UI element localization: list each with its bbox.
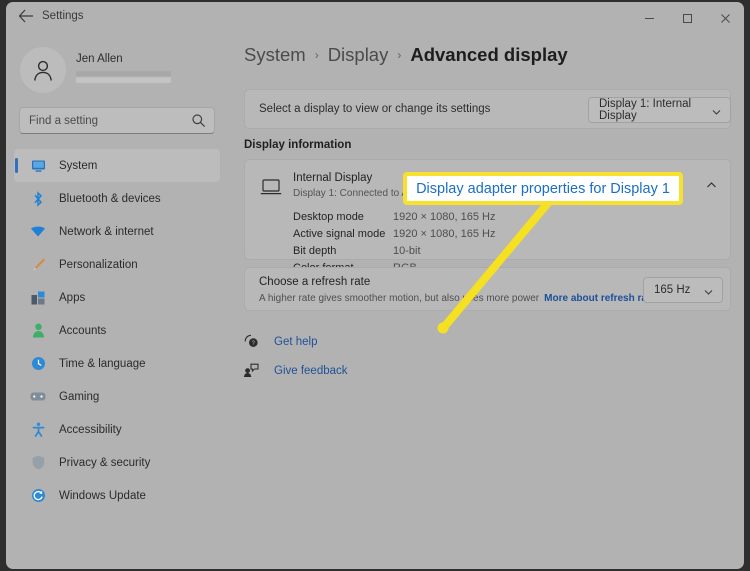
refresh-rate-title: Choose a refresh rate bbox=[259, 276, 371, 288]
annotation-callout: Display adapter properties for Display 1 bbox=[403, 172, 683, 205]
more-about-refresh-rate-link[interactable]: More about refresh rate bbox=[544, 293, 656, 304]
chevron-down-icon bbox=[703, 285, 714, 296]
sidebar-item-label: Network & internet bbox=[59, 225, 154, 238]
sidebar-item-system[interactable]: System bbox=[14, 149, 220, 182]
spec-key: Desktop mode bbox=[293, 210, 364, 223]
get-help-label: Get help bbox=[274, 335, 318, 348]
monitor-icon bbox=[30, 158, 46, 174]
chevron-up-icon[interactable] bbox=[705, 179, 718, 192]
give-feedback-row[interactable]: Give feedback bbox=[242, 356, 348, 385]
app-title: Settings bbox=[42, 10, 84, 22]
shield-icon bbox=[30, 455, 46, 471]
sidebar-item-windows-update[interactable]: Windows Update bbox=[14, 479, 220, 512]
sidebar-item-label: Windows Update bbox=[59, 489, 146, 502]
spec-row: Desktop mode 1920 × 1080, 165 Hz bbox=[293, 208, 546, 225]
sidebar-item-label: Accounts bbox=[59, 324, 107, 337]
display-card-title: Internal Display bbox=[293, 172, 373, 184]
breadcrumb: System › Display › Advanced display bbox=[244, 44, 568, 66]
breadcrumb-system[interactable]: System bbox=[244, 44, 306, 66]
give-feedback-icon bbox=[242, 362, 260, 380]
monitor-icon bbox=[260, 178, 282, 198]
refresh-rate-value: 165 Hz bbox=[654, 284, 691, 296]
spec-row: Active signal mode 1920 × 1080, 165 Hz bbox=[293, 225, 546, 242]
breadcrumb-separator-icon: › bbox=[314, 48, 319, 62]
sidebar-item-label: Accessibility bbox=[59, 423, 122, 436]
spec-key: Active signal mode bbox=[293, 227, 386, 240]
spec-value: 1920 × 1080, 165 Hz bbox=[393, 227, 496, 240]
profile-email-redacted bbox=[76, 71, 171, 83]
sidebar: Jen Allen System Bluetoo bbox=[6, 34, 228, 569]
sidebar-item-accounts[interactable]: Accounts bbox=[14, 314, 220, 347]
update-refresh-icon bbox=[30, 488, 46, 504]
display-selector-label: Select a display to view or change its s… bbox=[259, 103, 491, 115]
sidebar-item-label: System bbox=[59, 159, 98, 172]
settings-window: Settings Jen Allen Find a setting System… bbox=[6, 2, 744, 569]
apps-grid-icon bbox=[30, 290, 46, 306]
page-title: Advanced display bbox=[410, 44, 568, 65]
sidebar-item-label: Privacy & security bbox=[59, 456, 151, 469]
close-button[interactable] bbox=[706, 2, 744, 34]
get-help-icon: ? bbox=[242, 333, 260, 351]
user-profile[interactable]: Jen Allen bbox=[20, 44, 220, 96]
sidebar-item-label: Bluetooth & devices bbox=[59, 192, 161, 205]
sidebar-item-label: Personalization bbox=[59, 258, 138, 271]
title-bar: Settings bbox=[6, 2, 744, 34]
wifi-icon bbox=[30, 224, 46, 240]
window-controls bbox=[630, 2, 744, 34]
annotation-callout-text: Display adapter properties for Display 1 bbox=[416, 180, 670, 197]
back-arrow-icon[interactable] bbox=[16, 9, 36, 27]
sidebar-item-label: Gaming bbox=[59, 390, 100, 403]
spec-key: Bit depth bbox=[293, 244, 337, 257]
refresh-rate-dropdown[interactable]: 165 Hz bbox=[643, 277, 723, 303]
search-input[interactable] bbox=[29, 108, 189, 133]
spec-value: 10-bit bbox=[393, 244, 421, 257]
gamepad-icon bbox=[30, 389, 46, 405]
breadcrumb-display[interactable]: Display bbox=[328, 44, 389, 66]
sidebar-item-apps[interactable]: Apps bbox=[14, 281, 220, 314]
sidebar-item-label: Time & language bbox=[59, 357, 146, 370]
refresh-rate-subtitle: A higher rate gives smoother motion, but… bbox=[259, 293, 656, 304]
breadcrumb-separator-icon: › bbox=[397, 48, 402, 62]
give-feedback-label: Give feedback bbox=[274, 364, 348, 377]
profile-name: Jen Allen bbox=[76, 53, 123, 65]
sidebar-item-privacy-security[interactable]: Privacy & security bbox=[14, 446, 220, 479]
main-content: System › Display › Advanced display Sele… bbox=[228, 34, 744, 569]
sidebar-item-personalization[interactable]: Personalization bbox=[14, 248, 220, 281]
sidebar-item-network-internet[interactable]: Network & internet bbox=[14, 215, 220, 248]
sidebar-item-accessibility[interactable]: Accessibility bbox=[14, 413, 220, 446]
section-title-display-information: Display information bbox=[244, 139, 352, 151]
help-links: ? Get help Give feedback bbox=[242, 327, 348, 385]
maximize-button[interactable] bbox=[668, 2, 706, 34]
avatar bbox=[20, 47, 66, 93]
refresh-rate-description: A higher rate gives smoother motion, but… bbox=[259, 293, 540, 304]
search-icon bbox=[191, 113, 206, 128]
refresh-rate-card: Choose a refresh rate A higher rate give… bbox=[244, 267, 731, 311]
sidebar-item-time-language[interactable]: Time & language bbox=[14, 347, 220, 380]
spec-value: 1920 × 1080, 165 Hz bbox=[393, 210, 496, 223]
clock-icon bbox=[30, 356, 46, 372]
chevron-down-icon bbox=[711, 105, 722, 116]
sidebar-item-label: Apps bbox=[59, 291, 86, 304]
sidebar-item-gaming[interactable]: Gaming bbox=[14, 380, 220, 413]
paintbrush-icon bbox=[30, 257, 46, 273]
accessibility-person-icon bbox=[30, 422, 46, 438]
person-icon bbox=[30, 323, 46, 339]
sidebar-item-bluetooth-devices[interactable]: Bluetooth & devices bbox=[14, 182, 220, 215]
sidebar-nav: System Bluetooth & devices Network & int… bbox=[14, 149, 222, 512]
display-selector-dropdown[interactable]: Display 1: Internal Display bbox=[588, 97, 731, 123]
bluetooth-icon bbox=[30, 190, 46, 207]
minimize-button[interactable] bbox=[630, 2, 668, 34]
get-help-row[interactable]: ? Get help bbox=[242, 327, 348, 356]
display-selector-card: Select a display to view or change its s… bbox=[244, 89, 731, 129]
spec-row: Bit depth 10-bit bbox=[293, 242, 546, 259]
search-box[interactable] bbox=[19, 107, 215, 134]
